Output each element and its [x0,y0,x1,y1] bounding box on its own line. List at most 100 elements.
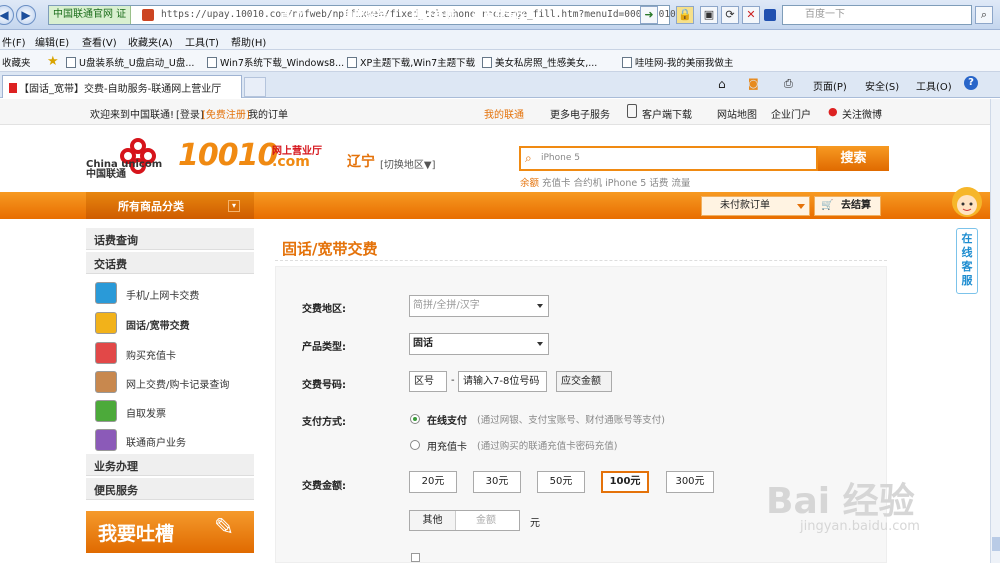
register-link[interactable]: [免费注册] [202,106,250,121]
mobile-icon [627,104,637,118]
client-download-link[interactable]: 客户端下载 [642,106,692,121]
region-label: 交费地区: [302,304,346,315]
site-search-input[interactable]: ⌕ iPhone 5 [519,146,818,171]
sidebar-head-bill-query[interactable]: 话费查询 [86,228,254,250]
area-code-input[interactable]: 区号 [409,371,447,392]
amount-option-50[interactable]: 50元 [537,471,585,493]
feeds-icon[interactable]: ◙ [748,77,759,90]
sidebar-item-merchant[interactable]: 联通商户业务 [86,426,254,455]
fav-link-5[interactable]: 哇哇网-我的美丽我做主 [622,55,733,69]
pay-card-label[interactable]: 用充值卡 [427,438,467,453]
site-identity-badge[interactable]: 中国联通官网 证 [49,6,132,24]
my-orders-link[interactable]: 我的订单 [248,106,288,121]
nav-points-mall[interactable]: 积分商城 [411,7,455,23]
fav-link-1[interactable]: U盘装系统_U盘启动_U盘... [66,55,194,69]
more-services-link[interactable]: 更多电子服务 [550,106,610,121]
nav-old-users[interactable]: 老用户专区 [472,7,527,23]
star-icon[interactable]: ★ [47,54,59,69]
hot-word[interactable]: 合约机 [574,178,603,189]
forward-icon[interactable]: ▶ [16,5,36,25]
divider [275,260,887,261]
print-icon[interactable]: ⎙ [784,77,793,91]
online-service-label[interactable]: 在线客服 [956,228,978,294]
search-button[interactable]: 搜索 [818,146,889,171]
unpaid-orders-dropdown[interactable]: 未付款订单 [701,196,810,216]
checkout-button[interactable]: 🛒 去结算 [814,196,881,216]
site-map-link[interactable]: 网站地图 [717,106,757,121]
lock-icon[interactable]: 🔒 [676,6,694,24]
online-service-widget[interactable]: 在线客服 [944,180,990,295]
enterprise-link[interactable]: 企业门户 [771,106,811,121]
sidebar-item-fixed-pay[interactable]: 固话/宽带交费 [86,309,254,338]
stop-icon[interactable]: ✕ [742,6,760,24]
page-menu[interactable]: 页面(P) [813,78,847,93]
hot-word[interactable]: 话费 [649,178,668,189]
nav-home[interactable]: 首 页 [280,7,306,23]
amount-option-100[interactable]: 100元 [601,471,649,493]
mobile-pay-icon [95,282,117,304]
my-unicom-link[interactable]: 我的联通 [484,106,524,121]
help-icon[interactable]: ? [964,76,978,90]
sidebar-item-invoice[interactable]: 自取发票 [86,397,254,426]
hot-words: 余额 充值卡 合约机 iPhone 5 话费 流量 [520,175,690,189]
fav-link-3[interactable]: XP主题下载,Win7主题下载 [347,55,475,69]
fav-link-2[interactable]: Win7系统下载_Windows8... [207,55,344,69]
menu-tools[interactable]: 工具(T) [185,34,219,49]
menu-favorites[interactable]: 收藏夹(A) [128,34,173,49]
weibo-link[interactable]: 关注微博 [842,106,882,121]
sidebar-item-records[interactable]: 网上交费/购卡记录查询 [86,368,254,397]
menu-help[interactable]: 帮助(H) [231,34,266,49]
amount-input[interactable]: 金额 [476,511,496,530]
other-amount-field[interactable]: 其他 金额 [409,510,520,531]
tools-menu[interactable]: 工具(O) [916,78,952,93]
fav-link-4[interactable]: 美女私房照_性感美女,... [482,55,597,69]
cart-icon: 🛒 [821,200,834,211]
feedback-banner[interactable]: 我要吐槽 ✎ [86,511,254,553]
amount-option-20[interactable]: 20元 [409,471,457,493]
refresh-icon[interactable]: ⟳ [721,6,739,24]
card-icon [95,342,117,364]
unit-label: 元 [530,518,540,529]
compat-view-icon[interactable]: ▣ [700,6,718,24]
pay-online-label[interactable]: 在线支付 [427,412,467,427]
checkbox[interactable] [411,553,420,562]
pay-card-radio[interactable] [410,440,420,450]
back-icon[interactable]: ◀ [0,5,14,25]
safety-menu[interactable]: 安全(S) [865,78,899,93]
hot-word[interactable]: 余额 [520,178,539,189]
amount-due-button[interactable]: 应交金额 [556,371,612,392]
product-select[interactable]: 固话 [409,333,549,355]
hot-word[interactable]: 充值卡 [542,178,571,189]
sidebar-head-business[interactable]: 业务办理 [86,454,254,476]
sidebar-item-buy-card[interactable]: 购买充值卡 [86,339,254,368]
nav-self-service[interactable]: 自助服务 [343,7,387,23]
phone-number-input[interactable]: 请输入7-8位号码 [458,371,547,392]
scrollbar[interactable] [990,99,1000,563]
scrollbar-thumb[interactable] [992,537,1000,551]
pay-online-radio[interactable] [410,414,420,424]
sidebar-item-mobile-pay[interactable]: 手机/上网卡交费 [86,279,254,308]
hot-word[interactable]: iPhone 5 [605,178,646,189]
hot-word[interactable]: 流量 [671,178,690,189]
favorites-label[interactable]: 收藏夹 [2,55,31,69]
menu-edit[interactable]: 编辑(E) [35,34,69,49]
browser-search-input[interactable]: 百度一下 [782,5,972,25]
phone-icon [95,312,117,334]
amount-option-30[interactable]: 30元 [473,471,521,493]
go-icon[interactable]: ➜ [640,6,658,24]
menu-view[interactable]: 查看(V) [82,34,117,49]
sidebar-head-pay[interactable]: 交话费 [86,252,254,274]
home-icon[interactable]: ⌂ [718,77,726,91]
login-link[interactable]: [登录] [176,106,204,121]
tab-bar: 【固话_宽带】交费-自助服务-联通网上营业厅 ⌂ ◙ ⎙ 页面(P) 安全(S)… [0,72,1000,98]
amount-option-300[interactable]: 300元 [666,471,714,493]
page-icon [347,57,357,68]
switch-region-link[interactable]: [切换地区▼] [380,156,436,171]
menu-file[interactable]: 件(F) [2,34,26,49]
all-categories-button[interactable]: 所有商品分类 ▾ [86,192,254,219]
tab-current[interactable]: 【固话_宽带】交费-自助服务-联通网上营业厅 [2,75,242,98]
region-select[interactable]: 简拼/全拼/汉字 [409,295,549,317]
search-icon[interactable]: ⌕ [975,6,993,24]
new-tab-button[interactable] [244,77,266,97]
sidebar-head-convenience[interactable]: 便民服务 [86,478,254,500]
